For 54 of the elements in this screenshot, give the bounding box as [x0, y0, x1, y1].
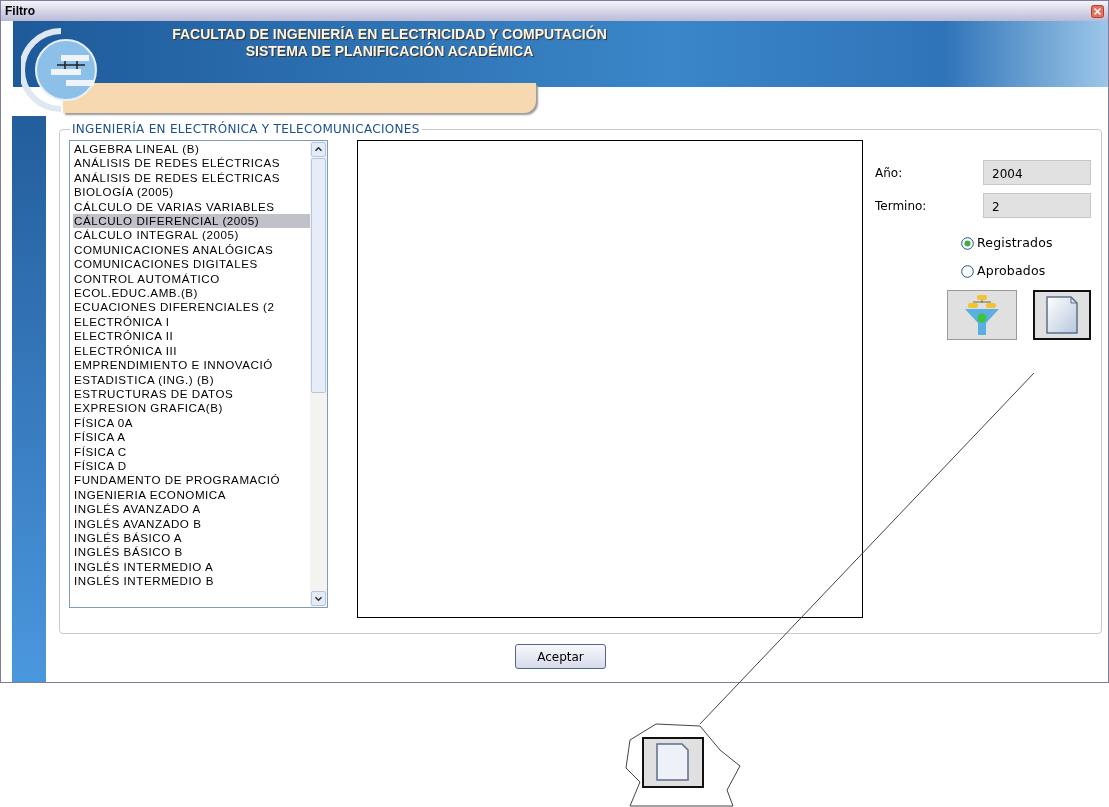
option-label[interactable]: Registrados [977, 234, 1053, 253]
subject-item[interactable]: FÍSICA C [73, 444, 310, 459]
window-title: Filtro [5, 3, 35, 20]
option-label[interactable]: Aprobados [977, 261, 1046, 281]
subject-item[interactable]: INGLÉS INTERMEDIO A [73, 559, 310, 575]
subject-item[interactable]: CONTROL AUTOMÁTICO [73, 271, 310, 287]
document-icon [642, 737, 704, 788]
accept-button[interactable]: Aceptar [515, 644, 606, 669]
subject-item[interactable]: ELECTRÓNICA I [73, 314, 310, 330]
field-label: Termino: [875, 197, 927, 215]
document-button[interactable] [1033, 289, 1091, 340]
subject-item[interactable]: ELECTRÓNICA II [73, 329, 310, 344]
subject-item[interactable]: COMUNICACIONES ANALÓGICAS [73, 242, 310, 258]
scrollbar[interactable] [310, 141, 327, 607]
subject-item[interactable]: INGLÉS BÁSICO B [73, 545, 310, 560]
document-icon [1045, 294, 1079, 335]
subject-item[interactable]: ECOL.EDUC.AMB.(B) [73, 286, 310, 301]
radio-button[interactable] [961, 236, 974, 250]
subject-item[interactable]: INGLÉS AVANZADO B [73, 516, 310, 531]
panel-legend: INGENIERÍA EN ELECTRÓNICA Y TELECOMUNICACIONES [70, 122, 422, 136]
subject-item[interactable]: EMPRENDIMIENTO E INNOVACIÓ [73, 358, 310, 373]
subject-item[interactable]: CÁLCULO INTEGRAL (2005) [73, 228, 310, 243]
subject-item[interactable]: FUNDAMENTO DE PROGRAMACIÓ [73, 473, 310, 488]
subject-item[interactable]: INGLÉS INTERMEDIO B [73, 574, 310, 589]
scroll-up-icon[interactable] [311, 142, 326, 157]
subject-item[interactable]: BIOLOGÍA (2005) [73, 185, 310, 200]
subject-item[interactable]: ELECTRÓNICA III [73, 343, 310, 359]
subject-item[interactable]: CÁLCULO DE VARIAS VARIABLES [73, 199, 310, 215]
faculty-title: FACULTAD DE INGENIERÍA EN ELECTRICIDAD Y COMPUTACIÓN [171, 26, 608, 42]
scroll-thumb[interactable] [311, 158, 326, 393]
subject-item[interactable]: COMUNICACIONES DIGITALES [73, 257, 310, 272]
subject-item[interactable]: EXPRESION GRAFICA(B) [73, 401, 310, 416]
subject-item[interactable]: ESTRUCTURAS DE DATOS [73, 386, 310, 402]
subject-item[interactable]: ECUACIONES DIFERENCIALES (2 [73, 300, 310, 315]
field-label: Año: [875, 164, 903, 182]
subject-item[interactable]: INGENIERIA ECONOMICA [73, 487, 310, 503]
close-icon[interactable] [1091, 4, 1104, 18]
text-field[interactable]: 2004 [983, 160, 1091, 185]
subject-listbox[interactable] [69, 140, 328, 608]
subject-item[interactable]: ESTADISTICA (ING.) (B) [73, 372, 310, 387]
subject-item[interactable]: FÍSICA D [73, 458, 310, 474]
radio-button[interactable] [961, 264, 974, 278]
subject-item[interactable]: CÁLCULO DIFERENCIAL (2005) [73, 214, 310, 229]
subject-item[interactable]: FÍSICA 0A [73, 415, 310, 431]
subject-item[interactable]: INGLÉS AVANZADO A [73, 502, 310, 517]
subject-item[interactable]: ALGEBRA LINEAL (B) [73, 142, 310, 157]
text-field[interactable]: 2 [983, 193, 1091, 218]
scroll-down-icon[interactable] [311, 591, 326, 606]
subject-item[interactable]: ANÁLISIS DE REDES ELÉCTRICAS [73, 156, 310, 171]
system-title: SISTEMA DE PLANIFICACIÓN ACADÉMICA [244, 43, 535, 60]
subject-item[interactable]: ANÁLISIS DE REDES ELÉCTRICAS [73, 170, 310, 186]
funnel-icon [962, 292, 1002, 337]
subject-item[interactable]: INGLÉS BÁSICO A [73, 530, 310, 546]
subject-item[interactable]: FÍSICA A [73, 430, 310, 445]
